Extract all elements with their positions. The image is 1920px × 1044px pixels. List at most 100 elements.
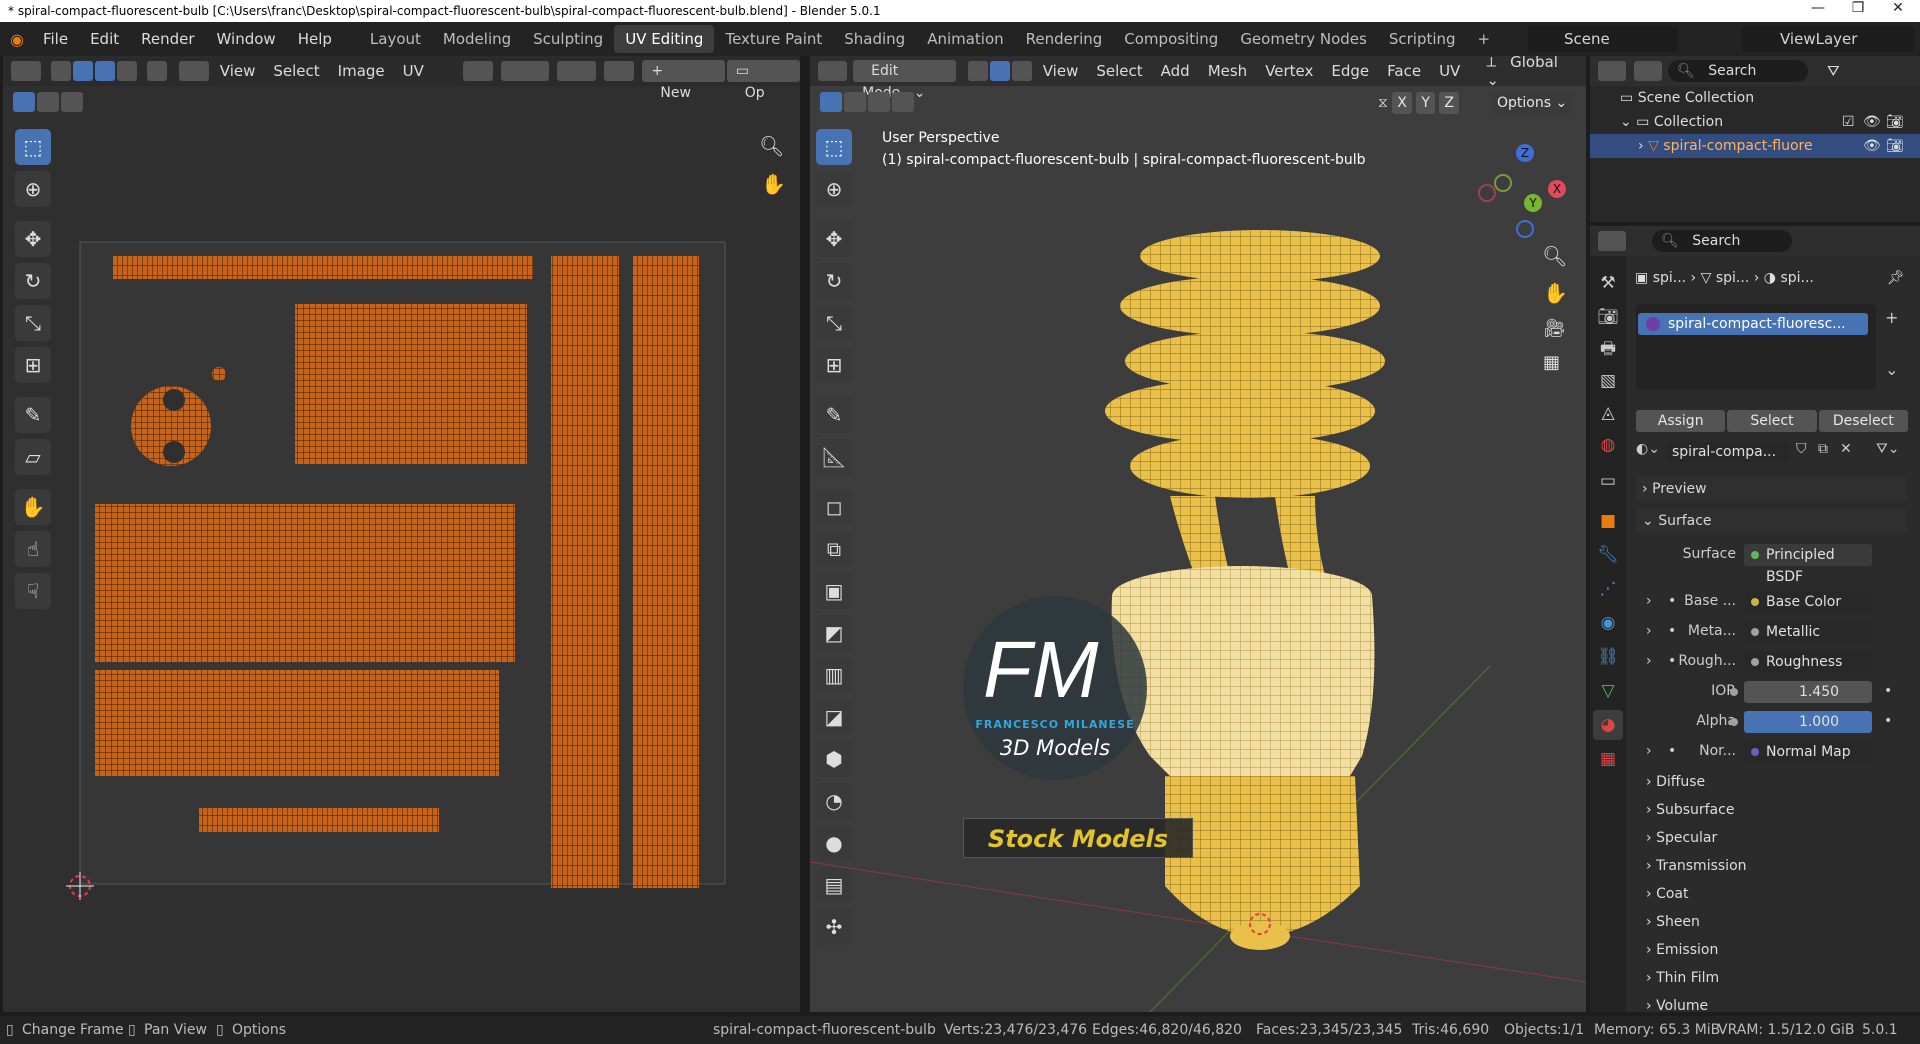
world-tab-icon[interactable]: ◍ [1593,430,1623,460]
editor-type-icon[interactable] [1598,61,1626,81]
workspace-tab-scripting[interactable]: Scripting [1378,25,1467,53]
eye-icon[interactable]: 👁︎ [1863,134,1881,158]
filter-icon[interactable]: ⛛ [1818,62,1849,80]
menu-file[interactable]: File [32,30,79,48]
slot-menu-icon[interactable]: ⌄ [1885,360,1898,379]
maximize-button[interactable]: ❐ [1838,0,1878,22]
material-slot-list[interactable]: spiral-compact-fluoresc... [1636,304,1876,390]
material-slot-item[interactable]: spiral-compact-fluoresc... [1638,313,1868,335]
workspace-tab-shading[interactable]: Shading [833,25,916,53]
particles-tab-icon[interactable]: ⋰ [1593,574,1623,604]
shader-input-row[interactable]: › • Nor... Normal Map [1636,740,1908,764]
surface-shader-field[interactable]: Principled BSDF [1744,544,1872,585]
duplicate-icon[interactable]: ⧉ [1818,441,1828,457]
shader-input-row[interactable]: IOR 1.450 • [1636,680,1908,704]
viewlayer-selector[interactable]: ViewLayer [1742,26,1914,52]
material-browse-icon[interactable]: ◐⌄ [1636,441,1660,457]
checkbox-icon[interactable]: ☑ [1842,110,1855,134]
camera-icon[interactable]: 📷︎ [1886,110,1904,134]
texture-tab-icon[interactable]: ▦ [1593,744,1623,774]
3d-viewport[interactable]: Edit Mode ⌄ View Select Add Mesh Vertex … [810,56,1586,1012]
subpanel-header[interactable]: › Subsurface [1646,799,1906,821]
shader-input-row[interactable]: Alpha 1.000 • [1636,710,1908,734]
workspace-tab-animation[interactable]: Animation [916,25,1014,53]
display-mode-icon[interactable] [1634,61,1662,81]
scene-collection-row[interactable]: ▭ Scene Collection [1590,86,1920,110]
tool-tab-icon[interactable]: ⚒ [1593,268,1623,298]
gizmo-neg-y[interactable] [1494,174,1512,192]
workspace-tab-modeling[interactable]: Modeling [432,25,522,53]
output-tab-icon[interactable]: 🖶︎ [1593,334,1623,364]
gizmo-y-axis[interactable]: Y [1524,194,1542,212]
shader-input-field[interactable]: Normal Map [1744,741,1872,763]
shader-input-field[interactable]: 1.450 [1730,681,1872,703]
subpanel-header[interactable]: › Sheen [1646,911,1906,933]
collection-tab-icon[interactable]: ▭ [1593,466,1623,496]
add-slot-icon[interactable]: + [1885,308,1898,327]
menu-help[interactable]: Help [287,30,343,48]
shader-input-field[interactable]: Roughness [1744,651,1872,673]
subpanel-header[interactable]: › Volume [1646,995,1906,1010]
keyframe-dot-icon[interactable]: • [1884,683,1892,699]
workspace-tab-geometry-nodes[interactable]: Geometry Nodes [1229,25,1378,53]
gizmo-neg-z[interactable] [1516,220,1534,238]
add-workspace-button[interactable]: + [1467,25,1502,53]
modifier-tab-icon[interactable]: 🔧︎ [1593,540,1623,570]
eye-icon[interactable]: 👁︎ [1863,110,1881,134]
shader-input-field[interactable]: 1.000 [1730,711,1872,733]
object-row[interactable]: › ▽ spiral-compact-fluore 👁︎ 📷︎ [1590,134,1920,158]
workspace-tab-layout[interactable]: Layout [359,25,432,53]
navigation-gizmo[interactable]: Z Y X [1478,144,1568,238]
keyframe-dot-icon[interactable]: • [1884,713,1892,729]
uv-canvas[interactable] [3,56,800,1012]
outliner[interactable]: 🔍︎ Search ⛛ ▭ Scene Collection ⌄ ▭ Colle… [1590,56,1920,222]
editor-type-icon[interactable] [1598,231,1626,251]
subpanel-header[interactable]: › Coat [1646,883,1906,905]
subpanel-header[interactable]: › Diffuse [1646,771,1906,793]
workspace-tab-uv-editing[interactable]: UV Editing [614,25,715,53]
workspace-tab-compositing[interactable]: Compositing [1113,25,1229,53]
view-layer-tab-icon[interactable]: ▧ [1593,366,1623,396]
subpanel-header[interactable]: › Specular [1646,827,1906,849]
viewport-canvas[interactable] [810,56,1586,1012]
material-tab-icon[interactable]: ◕ [1593,710,1623,740]
material-name-field[interactable]: spiral-compa... [1666,441,1790,463]
scene-selector[interactable]: Scene [1528,26,1678,52]
material-filter-icon[interactable]: ⛛⌄ [1876,441,1900,457]
gizmo-z-axis[interactable]: Z [1516,144,1534,162]
shader-input-row[interactable]: › • Rough... Roughness [1636,650,1908,674]
shader-input-field[interactable]: Base Color [1744,591,1872,613]
uv-editor[interactable]: View Select Image UV + New ▭ Op ⬚ ⊕ ✥ ↻ … [3,56,800,1012]
shader-input-row[interactable]: › • Base ... Base Color [1636,590,1908,614]
zoom-icon[interactable]: 🔍︎ [1542,244,1567,268]
preview-panel-header[interactable]: › Preview [1636,476,1906,502]
select-button[interactable]: Select [1727,410,1817,432]
gizmo-neg-x[interactable] [1478,184,1496,202]
object-tab-icon[interactable]: ■ [1593,506,1623,536]
camera-view-icon[interactable]: 🎥︎ [1543,318,1566,339]
assign-button[interactable]: Assign [1636,410,1726,432]
surface-panel-header[interactable]: ⌄ Surface [1636,508,1906,534]
menu-render[interactable]: Render [130,30,205,48]
workspace-tab-texture-paint[interactable]: Texture Paint [714,25,833,53]
data-tab-icon[interactable]: ▽ [1593,676,1623,706]
grid-ortho-icon[interactable]: ▦ [1543,352,1560,373]
menu-window[interactable]: Window [206,30,287,48]
shader-input-row[interactable]: › • Meta... Metallic [1636,620,1908,644]
subpanel-header[interactable]: › Emission [1646,939,1906,961]
outliner-search-input[interactable]: 🔍︎ Search [1668,60,1808,82]
constraints-tab-icon[interactable]: ⛓ [1593,642,1623,672]
workspace-tab-rendering[interactable]: Rendering [1015,25,1114,53]
scene-tab-icon[interactable]: ◬ [1593,398,1623,428]
collection-row[interactable]: ⌄ ▭ Collection ☑ 👁︎ 📷︎ [1590,110,1920,134]
render-tab-icon[interactable]: 📷︎ [1593,302,1623,332]
close-button[interactable]: ✕ [1878,0,1918,22]
hand-pan-icon[interactable]: ✋ [1543,281,1568,305]
workspace-tab-sculpting[interactable]: Sculpting [522,25,614,53]
deselect-button[interactable]: Deselect [1818,410,1908,432]
blender-logo-icon[interactable]: ◉ [0,30,32,49]
fake-user-icon[interactable]: ⛉ [1796,441,1807,457]
minimize-button[interactable]: — [1798,0,1838,22]
subpanel-header[interactable]: › Thin Film [1646,967,1906,989]
unlink-icon[interactable]: ✕ [1840,441,1852,457]
